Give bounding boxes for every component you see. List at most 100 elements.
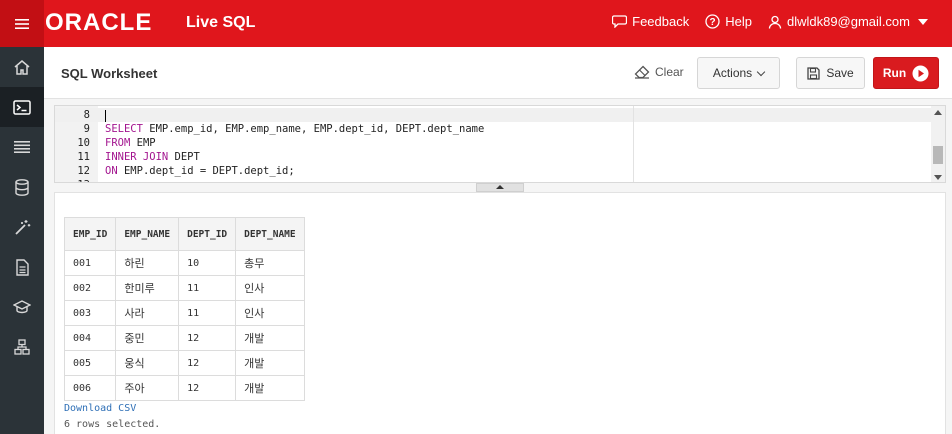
table-cell: 웅식 xyxy=(115,350,180,376)
code-line: 10 FROM EMP xyxy=(55,136,935,150)
print-margin xyxy=(633,106,634,182)
svg-text:?: ? xyxy=(710,17,716,28)
table-cell: 005 xyxy=(63,350,117,376)
pane-splitter-handle[interactable] xyxy=(476,183,524,192)
table-cell: 12 xyxy=(178,375,237,401)
table-header-row: EMP_ID EMP_NAME DEPT_ID DEPT_NAME xyxy=(63,217,305,251)
table-cell: 개발 xyxy=(235,375,305,401)
help-link[interactable]: ? Help xyxy=(705,14,752,29)
column-header: EMP_NAME xyxy=(115,217,180,251)
line-number: 10 xyxy=(77,137,90,149)
table-cell: 001 xyxy=(63,250,117,276)
code-text: SELECT EMP.emp_id, EMP.emp_name, EMP.dep… xyxy=(105,123,485,135)
play-circle-icon xyxy=(912,65,929,81)
home-icon[interactable] xyxy=(0,47,44,87)
table-cell: 주아 xyxy=(115,375,180,401)
worksheet-header: SQL Worksheet Clear Actions Save Run xyxy=(44,47,952,99)
line-number: 8 xyxy=(83,109,90,121)
code-line: 8 xyxy=(55,108,935,122)
table-cell: 10 xyxy=(178,250,237,276)
run-label: Run xyxy=(882,66,907,80)
table-row: 002 한미루 11 인사 xyxy=(63,275,305,301)
actions-label: Actions xyxy=(712,66,753,80)
table-cell: 006 xyxy=(63,375,117,401)
scroll-up-icon[interactable] xyxy=(934,110,942,115)
table-cell: 002 xyxy=(63,275,117,301)
table-row: 003 사라 11 인사 xyxy=(63,300,305,326)
results-table: EMP_ID EMP_NAME DEPT_ID DEPT_NAME 001 하린… xyxy=(63,217,305,401)
results-pane: EMP_ID EMP_NAME DEPT_ID DEPT_NAME 001 하린… xyxy=(54,192,946,434)
graduation-cap-icon[interactable] xyxy=(0,287,44,327)
run-button[interactable]: Run xyxy=(873,57,939,89)
clear-label: Clear xyxy=(655,65,684,79)
table-row: 001 하린 10 총무 xyxy=(63,250,305,276)
clear-button[interactable]: Clear xyxy=(634,65,684,79)
table-row: 004 중민 12 개발 xyxy=(63,325,305,351)
column-header: DEPT_NAME xyxy=(235,217,305,251)
table-cell: 한미루 xyxy=(115,275,180,301)
help-label: Help xyxy=(725,14,752,29)
page-title: SQL Worksheet xyxy=(61,66,158,81)
user-icon xyxy=(768,15,782,29)
table-cell: 004 xyxy=(63,325,117,351)
speech-bubble-icon xyxy=(612,15,628,28)
left-nav xyxy=(0,47,44,434)
product-name[interactable]: Live SQL xyxy=(186,14,255,32)
code-line: 11 INNER JOIN DEPT xyxy=(55,150,935,164)
hamburger-menu-icon[interactable] xyxy=(0,0,44,47)
table-cell: 003 xyxy=(63,300,117,326)
table-cell: 개발 xyxy=(235,325,305,351)
code-line: 9 SELECT EMP.emp_id, EMP.emp_name, EMP.d… xyxy=(55,122,935,136)
save-button[interactable]: Save xyxy=(796,57,865,89)
column-header: DEPT_ID xyxy=(178,217,237,251)
scroll-down-icon[interactable] xyxy=(934,175,942,180)
line-number: 9 xyxy=(83,123,90,135)
sql-worksheet-icon[interactable] xyxy=(0,87,44,127)
table-cell: 12 xyxy=(178,350,237,376)
table-cell: 개발 xyxy=(235,350,305,376)
user-menu[interactable]: dlwldk89@gmail.com xyxy=(768,14,928,29)
floppy-disk-icon xyxy=(807,66,820,80)
caret-down-icon xyxy=(918,18,928,25)
code-line: 12 ON EMP.dept_id = DEPT.dept_id; xyxy=(55,164,935,178)
feedback-link[interactable]: Feedback xyxy=(612,14,689,29)
sql-editor[interactable]: 8 9 SELECT EMP.emp_id, EMP.emp_name, EMP… xyxy=(54,105,946,183)
table-cell: 총무 xyxy=(235,250,305,276)
column-header: EMP_ID xyxy=(63,217,117,251)
schema-icon[interactable] xyxy=(0,327,44,367)
table-row: 006 주아 12 개발 xyxy=(63,375,305,401)
table-cell: 인사 xyxy=(235,275,305,301)
table-cell: 11 xyxy=(178,275,237,301)
line-number: 12 xyxy=(77,165,90,177)
rows-selected-status: 6 rows selected. xyxy=(64,419,161,430)
line-number: 11 xyxy=(77,151,90,163)
save-label: Save xyxy=(826,66,854,80)
top-bar: ORACLE Live SQL Feedback ? Help dlwldk89… xyxy=(0,0,952,47)
line-number: 13 xyxy=(55,178,90,182)
table-cell: 인사 xyxy=(235,300,305,326)
table-cell: 11 xyxy=(178,300,237,326)
code-text: ON EMP.dept_id = DEPT.dept_id; xyxy=(105,165,295,177)
user-email: dlwldk89@gmail.com xyxy=(786,14,910,29)
table-row: 005 웅식 12 개발 xyxy=(63,350,305,376)
code-text: INNER JOIN DEPT xyxy=(105,151,200,163)
chevron-down-icon xyxy=(756,67,766,76)
wand-icon[interactable] xyxy=(0,207,44,247)
editor-scrollbar[interactable] xyxy=(931,106,945,182)
text-cursor xyxy=(105,110,106,122)
list-icon[interactable] xyxy=(0,127,44,167)
oracle-logo[interactable]: ORACLE xyxy=(45,9,152,37)
help-circle-icon: ? xyxy=(705,14,720,29)
download-csv-link[interactable]: Download CSV xyxy=(64,403,136,414)
document-icon[interactable] xyxy=(0,247,44,287)
code-text: FROM EMP xyxy=(105,137,156,149)
table-cell: 중민 xyxy=(115,325,180,351)
feedback-label: Feedback xyxy=(632,14,690,29)
scrollbar-thumb[interactable] xyxy=(933,146,943,164)
actions-button[interactable]: Actions xyxy=(697,57,780,89)
database-icon[interactable] xyxy=(0,167,44,207)
table-cell: 사라 xyxy=(115,300,180,326)
table-cell: 12 xyxy=(178,325,237,351)
table-cell: 하린 xyxy=(115,250,180,276)
eraser-icon xyxy=(634,65,650,79)
